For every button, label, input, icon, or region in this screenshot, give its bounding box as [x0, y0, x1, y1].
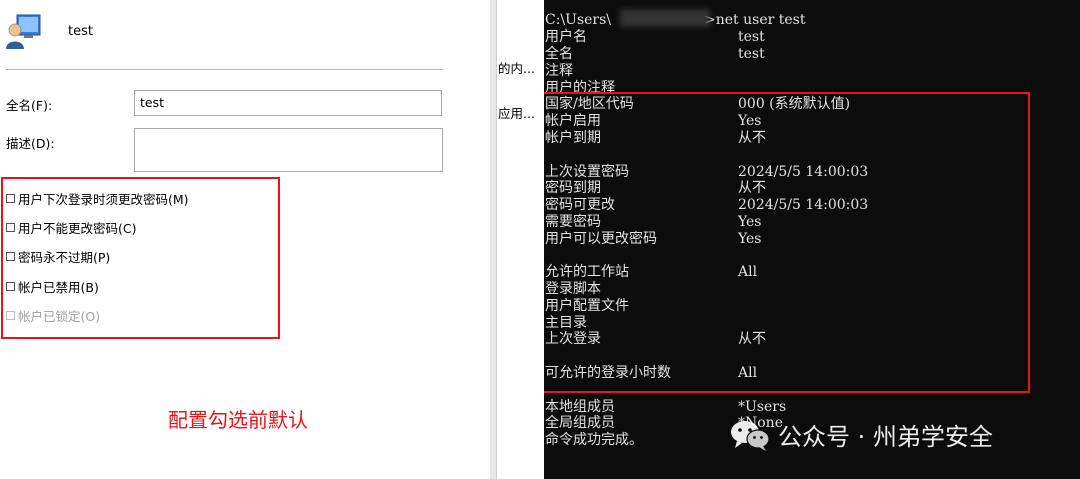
- console-key: 用户名: [545, 29, 587, 45]
- console-key: 登录脚本: [545, 281, 601, 297]
- checkbox-label: 密码永不过期(P): [18, 249, 111, 265]
- console-value: *Users: [738, 399, 787, 415]
- checkbox-label: 帐户已锁定(O): [18, 308, 101, 324]
- console-value: test: [738, 46, 765, 62]
- console-value: test: [738, 29, 765, 45]
- checkbox-label: 用户下次登录时须更改密码(M): [18, 191, 189, 207]
- console-value: All: [738, 264, 758, 280]
- user-account-icon: [6, 14, 41, 49]
- checkbox-account-disabled[interactable]: 帐户已禁用(B): [6, 277, 99, 295]
- console-value: All: [738, 365, 758, 381]
- checkbox-account-locked: 帐户已锁定(O): [6, 306, 100, 324]
- console-key: 命令成功完成。: [545, 432, 643, 448]
- checkbox-square: [6, 310, 15, 320]
- command-suffix: >net user test: [704, 12, 806, 28]
- console-key: 国家/地区代码: [545, 96, 634, 112]
- console-value: 从不: [738, 130, 766, 146]
- console-key: 全局组成员: [545, 415, 615, 431]
- console-key: 帐户到期: [545, 130, 601, 146]
- description-label: 描述(D):: [6, 136, 55, 151]
- cmd-console[interactable]: C:\Users\ >net user test 用户名 test 全名 test…: [544, 0, 1080, 479]
- header-divider: [6, 69, 443, 70]
- checkbox-square[interactable]: [6, 193, 15, 203]
- background-text-2: 应用...: [498, 106, 535, 121]
- console-key: 主目录: [545, 315, 587, 331]
- console-value: Yes: [738, 231, 762, 247]
- console-value: 从不: [738, 331, 766, 347]
- console-key: 允许的工作站: [545, 264, 629, 280]
- checkbox-label: 帐户已禁用(B): [18, 279, 99, 295]
- redacted-username: [620, 9, 710, 27]
- console-key: 注释: [545, 63, 573, 79]
- fullname-value: test: [140, 95, 165, 110]
- console-key: 密码到期: [545, 180, 601, 196]
- checkbox-cannot-change-password[interactable]: 用户不能更改密码(C): [6, 218, 136, 236]
- fullname-input[interactable]: test: [134, 90, 442, 116]
- console-value: Yes: [738, 214, 762, 230]
- console-key: 上次设置密码: [545, 164, 629, 180]
- fullname-label: 全名(F):: [6, 98, 53, 113]
- console-value: 2024/5/5 14:00:03: [738, 164, 869, 180]
- annotation-note: 配置勾选前默认: [168, 408, 308, 432]
- window-divider-line: [496, 0, 497, 479]
- wechat-watermark: 公众号 · 州弟学安全: [730, 417, 993, 452]
- checkbox-square[interactable]: [6, 281, 15, 291]
- command-prefix: C:\Users\: [545, 12, 612, 28]
- console-key: 用户可以更改密码: [545, 231, 657, 247]
- console-key: 用户配置文件: [545, 298, 629, 314]
- console-key: 可允许的登录小时数: [545, 365, 671, 381]
- checkbox-square[interactable]: [6, 222, 15, 232]
- checkbox-label: 用户不能更改密码(C): [18, 220, 137, 236]
- background-text-1: 的内...: [498, 61, 535, 76]
- console-value: 2024/5/5 14:00:03: [738, 197, 869, 213]
- console-key: 需要密码: [545, 214, 601, 230]
- wechat-icon: [731, 420, 770, 451]
- console-key: 帐户启用: [545, 113, 601, 129]
- console-value: 从不: [738, 180, 766, 196]
- console-key: 本地组成员: [545, 399, 615, 415]
- console-key: 全名: [545, 46, 573, 62]
- user-name-title: test: [68, 24, 93, 39]
- background-window-strip: 的内... 应用...: [490, 0, 544, 479]
- checkbox-must-change-password[interactable]: 用户下次登录时须更改密码(M): [6, 189, 189, 207]
- checkbox-square[interactable]: [6, 251, 15, 261]
- console-value: Yes: [738, 113, 762, 129]
- watermark-text: 公众号 · 州弟学安全: [778, 423, 993, 451]
- description-input[interactable]: [134, 128, 443, 172]
- console-value: 000 (系统默认值): [738, 96, 851, 112]
- console-key: 上次登录: [545, 331, 601, 347]
- console-key: 密码可更改: [545, 197, 615, 213]
- user-properties-dialog: test 全名(F): test 描述(D): 用户下次登录时须更改密码(M) …: [0, 0, 490, 479]
- checkbox-password-never-expires[interactable]: 密码永不过期(P): [6, 247, 110, 265]
